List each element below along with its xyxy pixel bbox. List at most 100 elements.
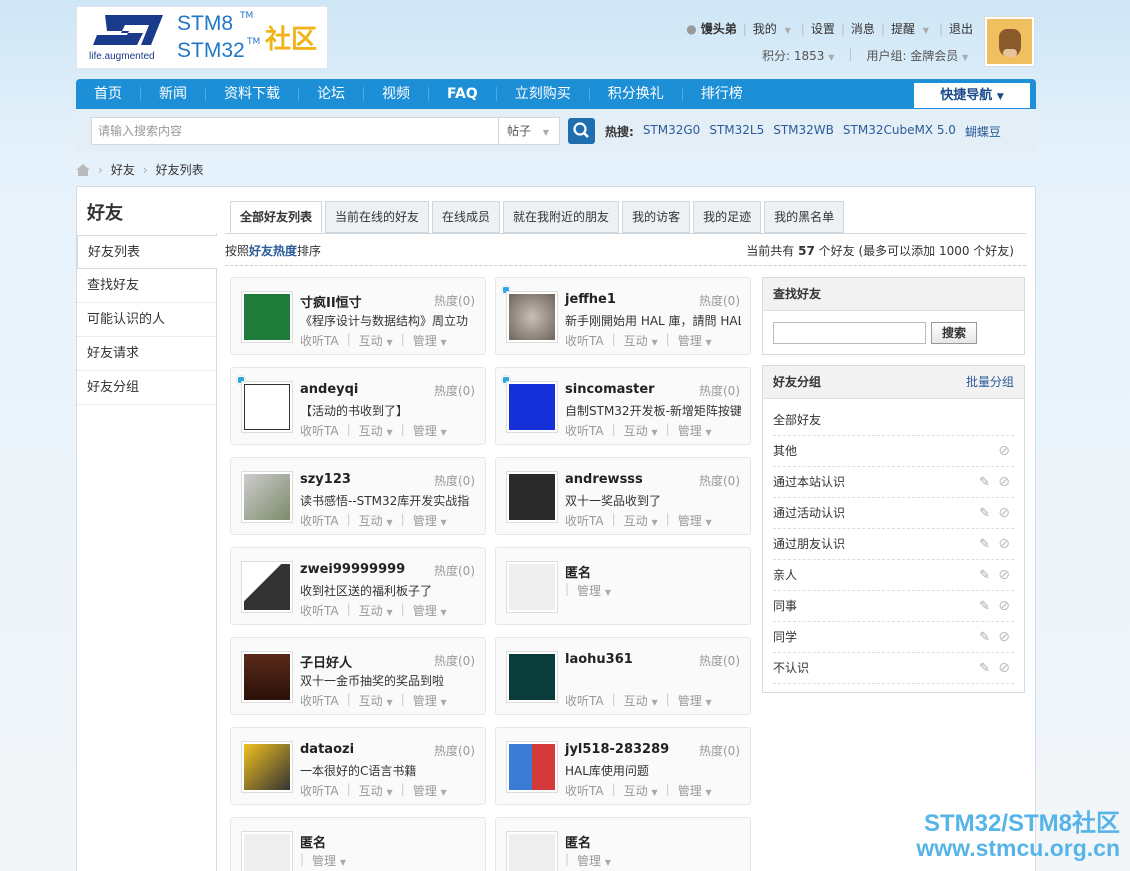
logout-link[interactable]: 退出 — [945, 20, 977, 37]
edit-pencil-icon[interactable]: ✎ — [979, 622, 990, 653]
hot-link[interactable]: STM32G0 — [643, 123, 701, 140]
hot-link[interactable]: STM32CubeMX 5.0 — [843, 123, 956, 140]
friend-status[interactable]: HAL库使用问题 — [565, 762, 741, 779]
friend-avatar[interactable] — [506, 741, 558, 793]
quick-nav-button[interactable]: 快捷导航 ▼ — [914, 83, 1030, 108]
site-logo[interactable]: life.augmented STM8 TM STM32 TM 社区 — [76, 6, 328, 69]
friend-status[interactable]: 【活动的书收到了】 — [300, 402, 476, 419]
friend-status[interactable]: 《程序设计与数据结构》周立功 — [300, 312, 476, 329]
settings-link[interactable]: 设置 — [807, 20, 839, 37]
manage-menu[interactable]: 管理 ▼ — [413, 692, 447, 709]
search-input[interactable]: 请输入搜索内容 — [91, 117, 499, 145]
edit-pencil-icon[interactable]: ✎ — [979, 560, 990, 591]
friend-name[interactable]: 匿名 — [565, 832, 591, 851]
nav-points-gift[interactable]: 积分换礼 — [590, 87, 683, 101]
delete-icon[interactable]: ⊘ — [998, 498, 1010, 529]
friend-avatar[interactable] — [241, 381, 293, 433]
friend-group-item[interactable]: 同学 ⊘ ✎ — [773, 622, 1014, 653]
search-type-select[interactable]: 帖子 ▼ — [499, 117, 560, 145]
usergroup-menu[interactable]: 用户组: 金牌会员 ▼ — [866, 47, 968, 64]
tab-footprints[interactable]: 我的足迹 — [693, 201, 762, 233]
interact-menu[interactable]: 互动 ▼ — [359, 692, 393, 709]
tab-online-members[interactable]: 在线成员 — [432, 201, 501, 233]
friend-group-item[interactable]: 通过本站认识 ⊘ ✎ — [773, 467, 1014, 498]
messages-link[interactable]: 消息 — [847, 20, 879, 37]
friend-status[interactable]: 读书感悟--STM32库开发实战指 — [300, 492, 476, 509]
interact-menu[interactable]: 互动 ▼ — [624, 692, 658, 709]
manage-menu[interactable]: 管理 ▼ — [413, 512, 447, 529]
interact-menu[interactable]: 互动 ▼ — [359, 782, 393, 799]
friend-name[interactable]: 匿名 — [300, 832, 326, 851]
friend-status[interactable]: 收到社区送的福利板子了 — [300, 582, 476, 599]
listen-link[interactable]: 收听TA — [565, 782, 604, 799]
username-link[interactable]: 馒头弟 — [701, 20, 741, 37]
listen-link[interactable]: 收听TA — [300, 512, 339, 529]
friend-group-item[interactable]: 通过活动认识 ⊘ ✎ — [773, 498, 1014, 529]
manage-menu[interactable]: 管理 ▼ — [577, 582, 611, 599]
tab-visitors[interactable]: 我的访客 — [622, 201, 691, 233]
interact-menu[interactable]: 互动 ▼ — [624, 782, 658, 799]
delete-icon[interactable]: ⊘ — [998, 467, 1010, 498]
nav-home[interactable]: 首页 — [76, 87, 141, 101]
listen-link[interactable]: 收听TA — [565, 512, 604, 529]
friend-avatar[interactable] — [506, 561, 558, 613]
friend-group-item[interactable]: 同事 ⊘ ✎ — [773, 591, 1014, 622]
sidebar-item-friend-list[interactable]: 好友列表 — [77, 235, 217, 269]
friend-avatar[interactable] — [506, 831, 558, 871]
hot-link[interactable]: 蝴蝶豆 — [965, 123, 1001, 140]
friend-card[interactable]: 寸疯II恒寸 热度(0) 《程序设计与数据结构》周立功 收听TA | 互动 ▼ | 管理 ▼ — [230, 277, 486, 355]
friend-group-item[interactable]: 通过朋友认识 ⊘ ✎ — [773, 529, 1014, 560]
manage-menu[interactable]: 管理 ▼ — [413, 332, 447, 349]
home-icon[interactable] — [76, 163, 90, 176]
friend-group-item[interactable]: 其他 ⊘ — [773, 436, 1014, 467]
friend-name[interactable]: szy123 — [300, 472, 351, 487]
delete-icon[interactable]: ⊘ — [998, 622, 1010, 653]
friend-card[interactable]: andeyqi 热度(0) 【活动的书收到了】 收听TA | 互动 ▼ | 管理 ▼ — [230, 367, 486, 445]
sidebar-item-find-friend[interactable]: 查找好友 — [77, 269, 216, 303]
delete-icon[interactable]: ⊘ — [998, 436, 1010, 467]
friend-name[interactable]: dataozi — [300, 742, 354, 757]
friend-card[interactable]: 子日好人 热度(0) 双十一金币抽奖的奖品到啦 收听TA | 互动 ▼ | 管理 ▼ — [230, 637, 486, 715]
delete-icon[interactable]: ⊘ — [998, 591, 1010, 622]
friend-avatar[interactable] — [506, 291, 558, 343]
my-menu[interactable]: 我的 ▼ — [749, 20, 799, 37]
nav-ranking[interactable]: 排行榜 — [683, 87, 761, 101]
listen-link[interactable]: 收听TA — [300, 782, 339, 799]
friend-card[interactable]: szy123 热度(0) 读书感悟--STM32库开发实战指 收听TA | 互动 ▼ | 管理… — [230, 457, 486, 535]
friend-status[interactable]: 自制STM32开发板-新增矩阵按键 — [565, 402, 741, 419]
breadcrumb-friend-list[interactable]: 好友列表 — [156, 161, 204, 178]
sidebar-item-groups[interactable]: 好友分组 — [77, 371, 216, 405]
interact-menu[interactable]: 互动 ▼ — [624, 332, 658, 349]
friend-group-item[interactable]: 全部好友 — [773, 405, 1014, 436]
listen-link[interactable]: 收听TA — [300, 422, 339, 439]
friend-card[interactable]: andrewsss 热度(0) 双十一奖品收到了 收听TA | 互动 ▼ | 管理 ▼ — [495, 457, 751, 535]
friend-name[interactable]: laohu361 — [565, 652, 633, 667]
friend-avatar[interactable] — [241, 831, 293, 871]
user-avatar[interactable] — [984, 16, 1035, 67]
friend-avatar[interactable] — [241, 651, 293, 703]
friend-avatar[interactable] — [241, 291, 293, 343]
search-button[interactable] — [568, 118, 595, 144]
edit-pencil-icon[interactable]: ✎ — [979, 653, 990, 684]
friend-name[interactable]: 寸疯II恒寸 — [300, 292, 362, 311]
friend-card[interactable]: jyl518-283289 热度(0) HAL库使用问题 收听TA | 互动 ▼ | 管理 ▼ — [495, 727, 751, 805]
batch-group-link[interactable]: 批量分组 — [966, 366, 1014, 399]
edit-pencil-icon[interactable]: ✎ — [979, 498, 990, 529]
friend-card[interactable]: zwei99999999 热度(0) 收到社区送的福利板子了 收听TA | 互动 ▼ | 管理… — [230, 547, 486, 625]
friend-name[interactable]: jeffhe1 — [565, 292, 616, 307]
listen-link[interactable]: 收听TA — [565, 332, 604, 349]
friend-status[interactable]: 新手刚開始用 HAL 庫，請問 HAL — [565, 312, 741, 329]
manage-menu[interactable]: 管理 ▼ — [413, 782, 447, 799]
hot-link[interactable]: STM32L5 — [709, 123, 764, 140]
manage-menu[interactable]: 管理 ▼ — [678, 332, 712, 349]
find-friend-button[interactable]: 搜索 — [931, 322, 977, 344]
points-menu[interactable]: 积分: 1853 ▼ — [762, 47, 834, 64]
find-friend-input[interactable] — [773, 322, 926, 344]
friend-avatar[interactable] — [241, 561, 293, 613]
friend-name[interactable]: 子日好人 — [300, 652, 352, 671]
nav-buy[interactable]: 立刻购买 — [497, 87, 590, 101]
manage-menu[interactable]: 管理 ▼ — [678, 512, 712, 529]
friend-avatar[interactable] — [506, 381, 558, 433]
friend-status[interactable]: 双十一奖品收到了 — [565, 492, 741, 509]
friend-card[interactable]: 匿名 | 管理 ▼ — [230, 817, 486, 871]
